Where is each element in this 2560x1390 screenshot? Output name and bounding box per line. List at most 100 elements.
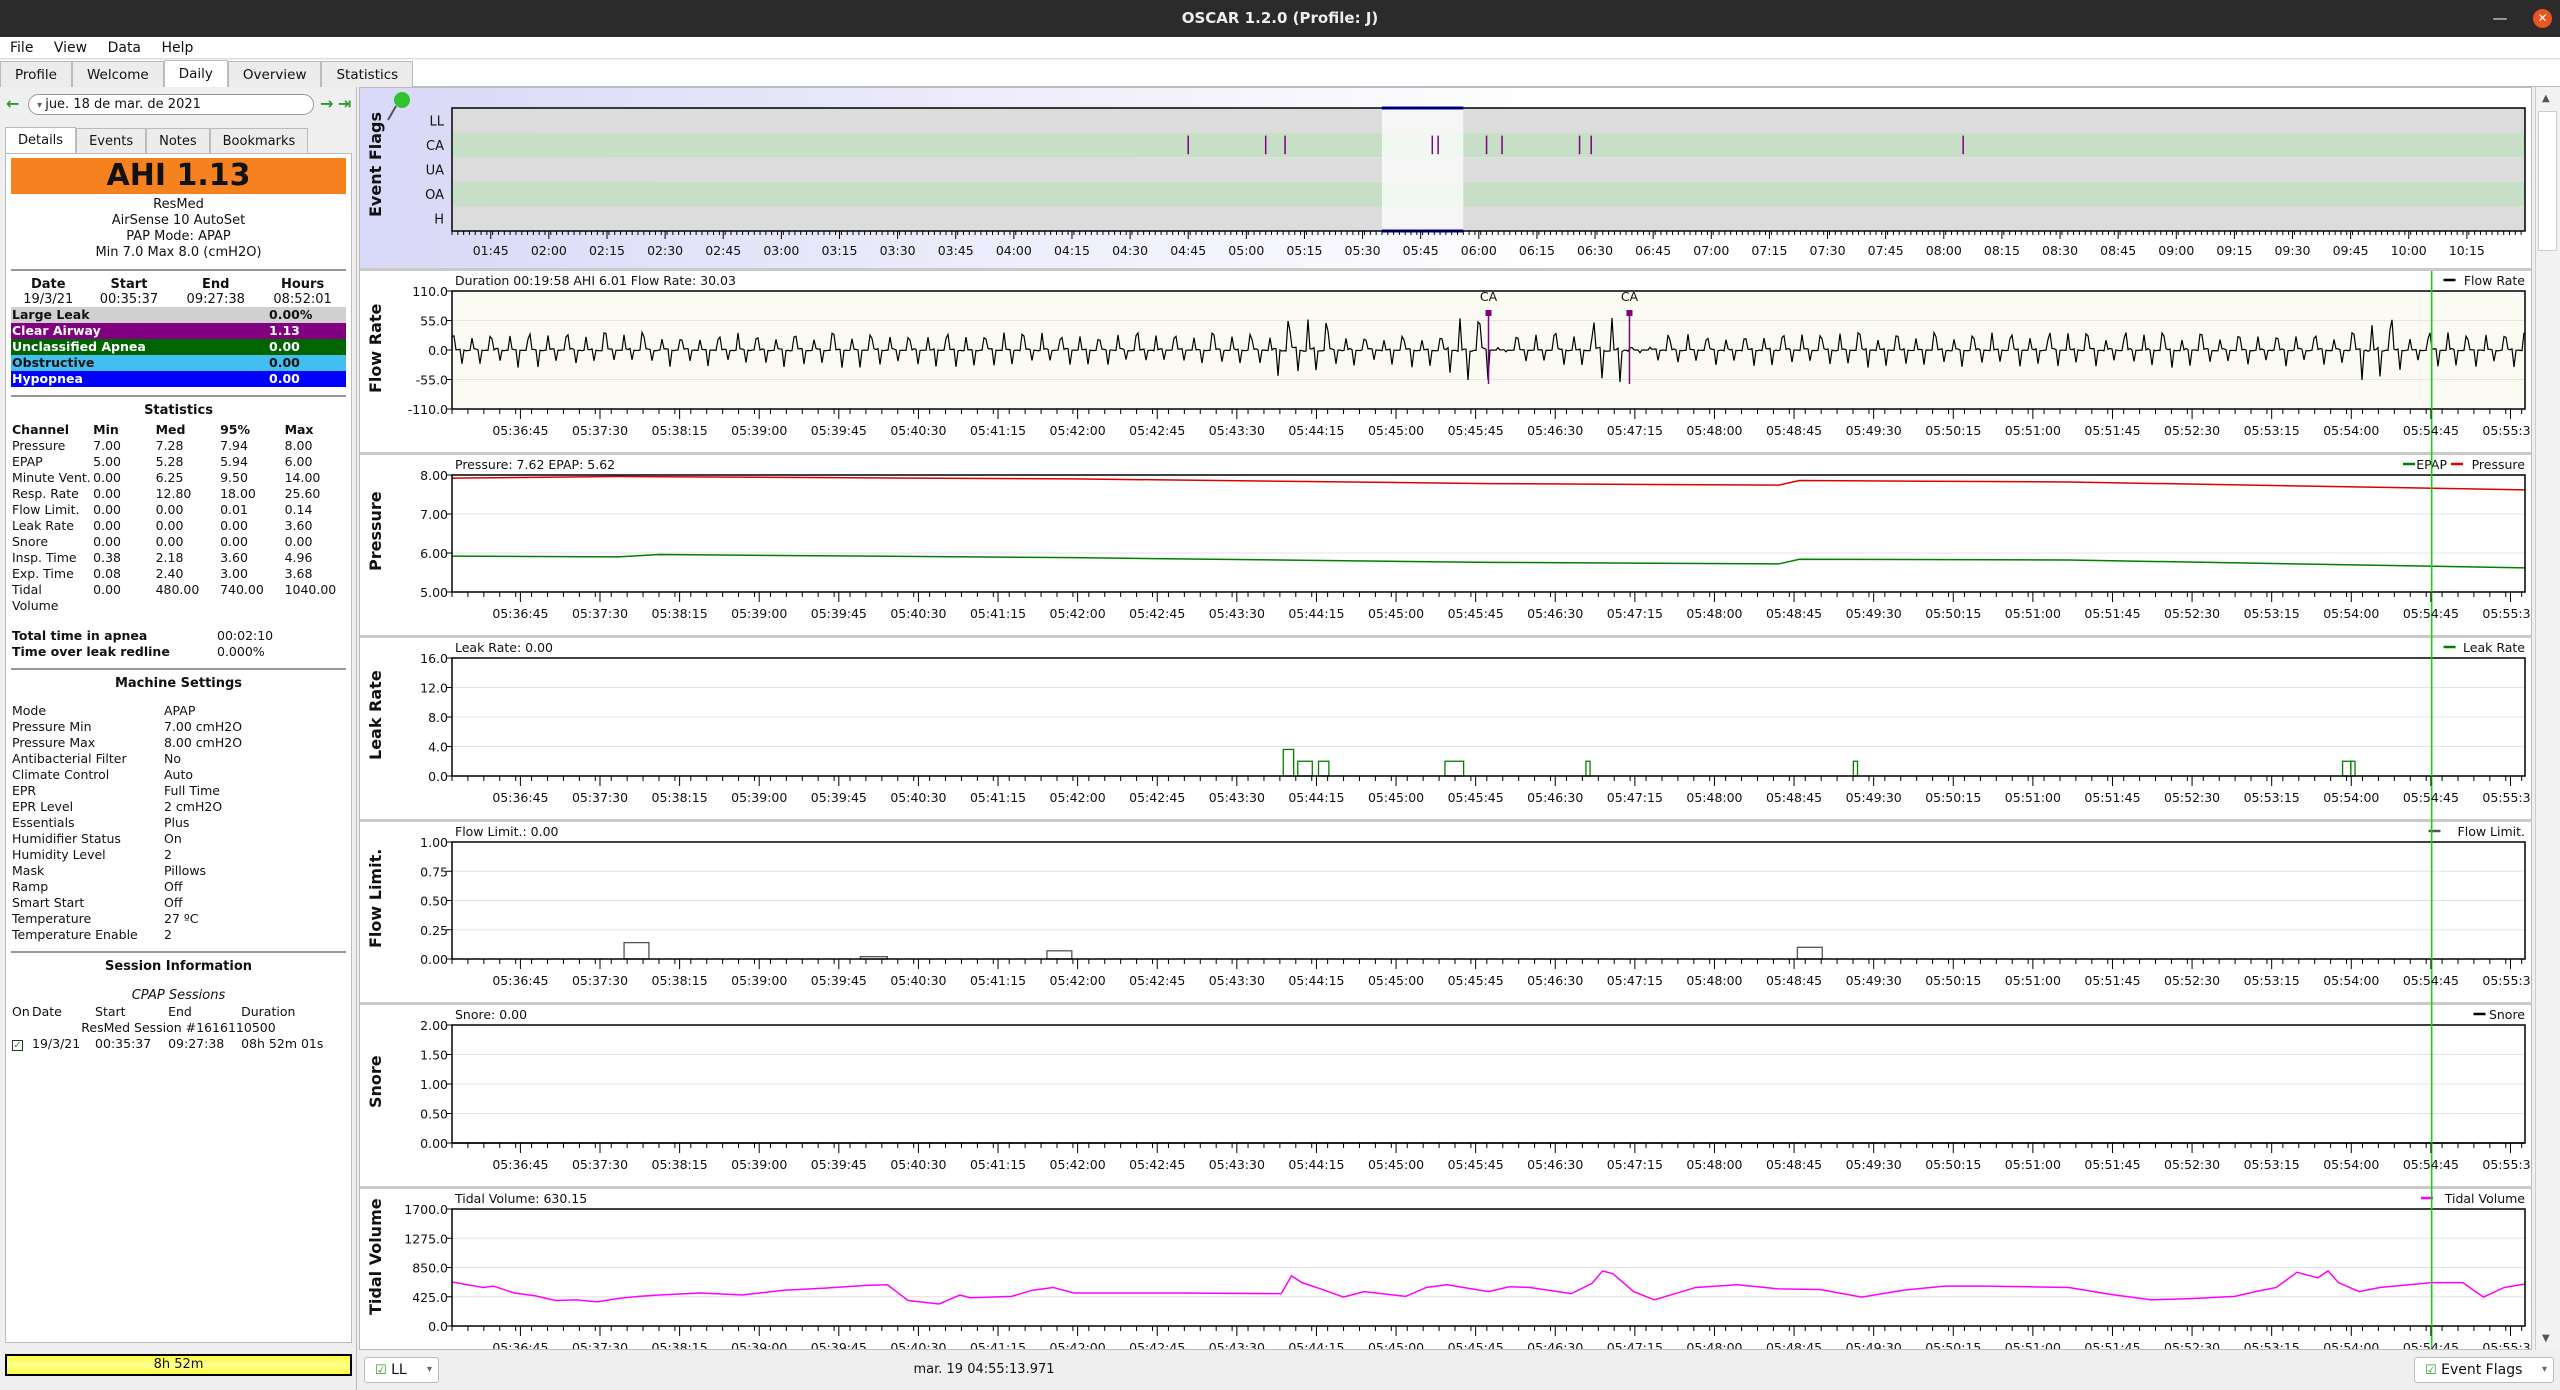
x-tick-label: 05:38:15 — [652, 1340, 708, 1350]
x-tick-label: 05:51:00 — [2005, 606, 2061, 621]
stat-cell: 0.00 — [93, 582, 121, 597]
col-on: On — [12, 1004, 30, 1019]
stat-cell: Exp. Time — [12, 566, 74, 581]
x-tick-label: 05:40:30 — [890, 1157, 946, 1172]
title-bar: OSCAR 1.2.0 (Profile: J) — ✕ — [0, 0, 2560, 37]
leak-rate-graph[interactable]: Leak Rate Leak Rate: 0.00 Leak Rate 16.0 12.… — [360, 638, 2531, 822]
tab-overview[interactable]: Overview — [227, 61, 322, 87]
bar — [1046, 950, 1073, 960]
x-tick-label: 05:36:45 — [492, 973, 548, 988]
bar — [1317, 760, 1330, 777]
stat-cell: 8.00 — [284, 438, 313, 453]
menu-help[interactable]: Help — [161, 40, 193, 56]
close-icon[interactable]: ✕ — [2533, 9, 2552, 28]
x-tick-label: 05:45:00 — [1368, 973, 1424, 988]
x-tick-label: 05:49:30 — [1846, 606, 1902, 621]
x-tick-label: 05:51:45 — [2084, 1157, 2140, 1172]
x-tick-label: 05:51:00 — [2005, 790, 2061, 805]
x-tick-label: 05:42:45 — [1129, 1157, 1185, 1172]
tab-notes[interactable]: Notes — [146, 128, 210, 153]
stat-cell: 2.40 — [155, 566, 184, 581]
time-selection[interactable] — [1381, 108, 1464, 231]
graphs-scrollbar[interactable]: ▲ ▼ — [2535, 87, 2560, 1350]
x-tick-label: 05:45:00 — [1368, 1157, 1424, 1172]
x-tick-label: 07:45 — [1868, 243, 1904, 258]
x-tick-label: 05:45:00 — [1368, 790, 1424, 805]
stat-cell: 7.94 — [220, 438, 248, 453]
pressure-plot[interactable]: Pressure: 7.62 EPAP: 5.62 PressureEPAP8.0… — [360, 455, 2531, 638]
x-tick-label: 08:00 — [1926, 243, 1962, 258]
x-tick-label: 05:42:00 — [1050, 1157, 1106, 1172]
setting-value: Off — [164, 879, 183, 894]
snore-plot[interactable]: Snore: 0.00 Snore 2.00 1.50 1.00 0.50 0.00 05:3… — [360, 1005, 2531, 1189]
stat-cell: 7.28 — [155, 438, 184, 453]
arrow-left-icon[interactable]: ← — [6, 93, 19, 115]
tidal-volume-plot[interactable]: Tidal Volume: 630.15 Tidal Volume 1700.0 12… — [360, 1189, 2531, 1350]
statistics-row: Pressure 7.00 7.28 7.94 8.00 — [11, 438, 346, 454]
x-tick-label: 04:30 — [1112, 243, 1148, 258]
scroll-thumb[interactable] — [2538, 111, 2557, 251]
tab-profile[interactable]: Profile — [0, 61, 72, 87]
chevron-down-icon: ▾ — [37, 100, 46, 111]
setting-row: Climate Control Auto — [11, 767, 346, 783]
x-tick-label: 05:15 — [1286, 243, 1322, 258]
x-tick-label: 05:36:45 — [492, 790, 548, 805]
session-end: 09:27:38 — [168, 1036, 225, 1051]
x-tick-label: 05:54:45 — [2403, 973, 2459, 988]
x-tick-label: 05:54:45 — [2403, 423, 2459, 438]
event-flags-plot[interactable]: LL CA UA OA H 01:45 02:00 02:15 02:30 02:45 03:00 0… — [360, 88, 2531, 271]
arrow-right-icon[interactable]: → — [320, 93, 333, 115]
tab-statistics[interactable]: Statistics — [321, 61, 414, 87]
scroll-down-icon[interactable]: ▼ — [2542, 1333, 2550, 1344]
stat-cell: 480.00 — [155, 582, 200, 597]
x-tick-label: 05:43:30 — [1209, 1340, 1265, 1350]
event-index-row: Unclassified Apnea 0.00 — [11, 339, 346, 355]
y-tick-label: 1275.0 — [404, 1231, 448, 1246]
stat-cell: 3.00 — [220, 566, 248, 581]
snore-graph[interactable]: Snore Snore: 0.00 Snore 2.00 1.50 1.00 0.50 0.0… — [360, 1005, 2531, 1189]
pin-needle — [387, 105, 397, 121]
menu-data[interactable]: Data — [108, 40, 141, 56]
setting-label: Ramp — [12, 879, 49, 894]
x-tick-label: 05:47:15 — [1607, 790, 1663, 805]
stat-cell: Resp. Rate — [12, 486, 79, 501]
pressure-graph[interactable]: Pressure Pressure: 7.62 EPAP: 5.62 Pressur… — [360, 455, 2531, 638]
x-tick-label: 05:45:00 — [1368, 606, 1424, 621]
flag-row-band — [452, 157, 2525, 182]
x-tick-label: 05:48:00 — [1686, 973, 1742, 988]
session-date: 19/3/21 — [32, 1036, 81, 1051]
menu-view[interactable]: View — [54, 40, 87, 56]
leak-rate-plot[interactable]: Leak Rate: 0.00 Leak Rate 16.0 12.0 8.0 4.0 0.… — [360, 638, 2531, 822]
session-enabled-checkbox[interactable]: ✓ — [12, 1040, 23, 1051]
tab-events[interactable]: Events — [76, 128, 147, 153]
menu-file[interactable]: File — [10, 40, 33, 56]
tab-welcome[interactable]: Welcome — [71, 61, 164, 87]
x-tick-label: 05:47:15 — [1607, 1157, 1663, 1172]
stat-cell: 1040.00 — [284, 582, 337, 597]
flow-rate-graph[interactable]: Flow Rate Duration 00:19:58 AHI 6.01 Flow… — [360, 271, 2531, 455]
tab-daily[interactable]: Daily — [163, 60, 228, 87]
scroll-up-icon[interactable]: ▲ — [2542, 93, 2550, 104]
cpap-sessions-label: CPAP Sessions — [131, 988, 226, 1003]
x-tick-label: 05:55:30 — [2482, 1157, 2531, 1172]
x-tick-label: 05:39:00 — [731, 973, 787, 988]
x-tick-label: 09:45 — [2333, 243, 2369, 258]
pin-icon[interactable] — [387, 92, 410, 121]
graph-select-combo[interactable]: ☑ Event Flags ▾ — [2414, 1357, 2554, 1383]
setting-label: Pressure Min — [12, 719, 92, 734]
flow-limit-graph[interactable]: Flow Limit. Flow Limit.: 0.00 Flow Limit. 1… — [360, 822, 2531, 1005]
flow-limit-plot[interactable]: Flow Limit.: 0.00 Flow Limit. 1.00 0.75 0.50… — [360, 822, 2531, 1005]
x-tick-label: 05:45:45 — [1448, 1340, 1504, 1350]
tidal-volume-graph[interactable]: Tidal Volume Tidal Volume: 630.15 Tidal Vo… — [360, 1189, 2531, 1350]
minimize-icon[interactable]: — — [2490, 0, 2510, 37]
event-flags-graph[interactable]: Event Flags LL CA UA OA H 01:45 02:00 02:15 02:30… — [360, 88, 2531, 271]
x-tick-label: 05:52:30 — [2164, 1340, 2220, 1350]
x-tick-label: 05:51:45 — [2084, 423, 2140, 438]
tab-details[interactable]: Details — [5, 127, 77, 153]
cursor-time: mar. 19 04:55:13.971 — [913, 1362, 1055, 1377]
date-picker[interactable]: ▾ jue. 18 de mar. de 2021 — [28, 94, 314, 115]
graph-info-text: Leak Rate: 0.00 — [455, 640, 553, 655]
tab-bookmarks[interactable]: Bookmarks — [209, 128, 309, 153]
flow-rate-plot[interactable]: Duration 00:19:58 AHI 6.01 Flow Rate: 30… — [360, 271, 2531, 455]
arrow-end-icon[interactable]: ⇥ — [338, 93, 351, 115]
